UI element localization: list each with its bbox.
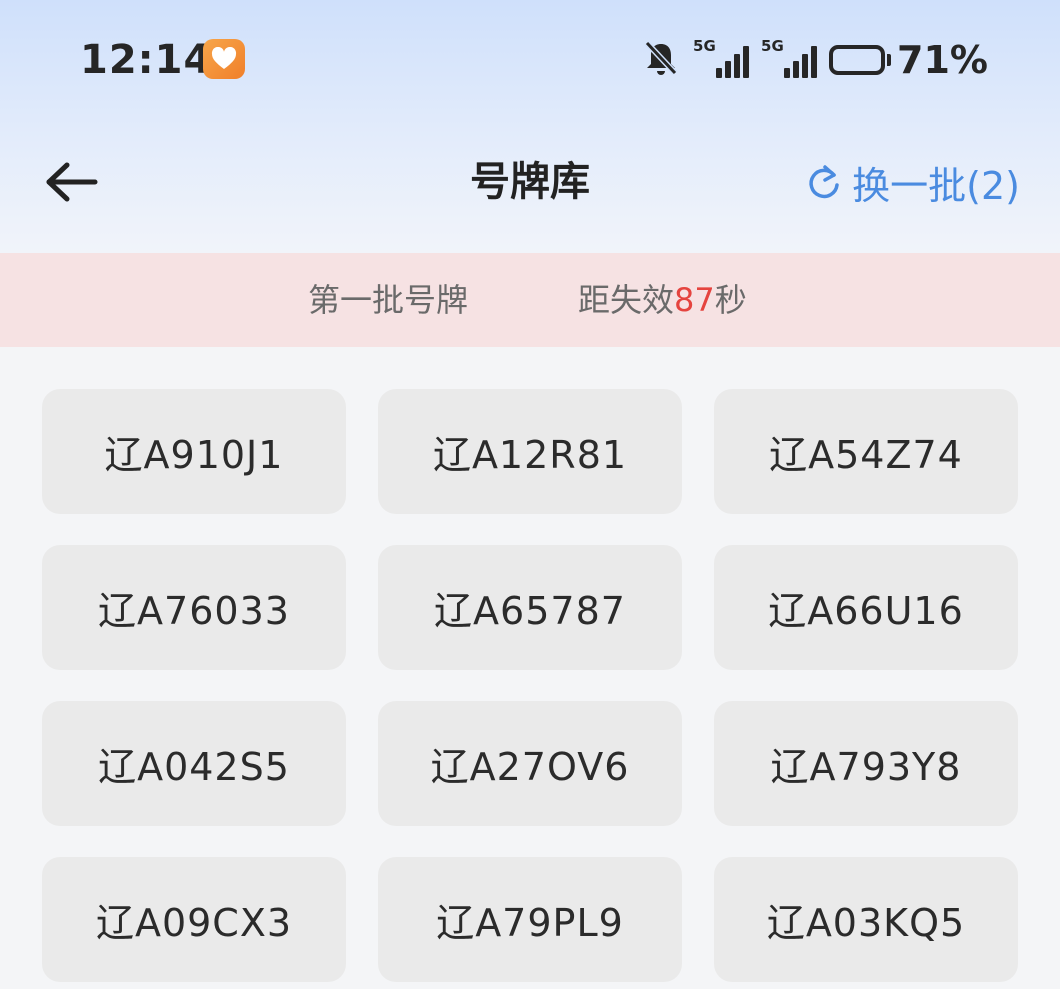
bell-muted-icon (641, 38, 681, 82)
countdown: 距失效87秒 (578, 253, 747, 347)
plate-item[interactable]: 辽A910J1 (42, 389, 346, 514)
battery-icon: 71% (829, 38, 988, 82)
plate-item[interactable]: 辽A27OV6 (378, 701, 682, 826)
info-bar: 第一批号牌 距失效87秒 (0, 253, 1060, 347)
plate-item[interactable]: 辽A12R81 (378, 389, 682, 514)
refresh-button[interactable]: 换一批(2) (806, 150, 1020, 214)
plate-item[interactable]: 辽A66U16 (714, 545, 1018, 670)
plate-item[interactable]: 辽A793Y8 (714, 701, 1018, 826)
plate-item[interactable]: 辽A03KQ5 (714, 857, 1018, 982)
arrow-left-icon (46, 162, 98, 202)
signal-icon: 5G (761, 38, 818, 82)
refresh-label: 换一批(2) (852, 163, 1020, 208)
plate-item[interactable]: 辽A79PL9 (378, 857, 682, 982)
back-button[interactable] (40, 150, 104, 214)
batch-label: 第一批号牌 (308, 281, 469, 319)
status-time: 12:14 (80, 37, 213, 83)
countdown-prefix: 距失效 (578, 281, 675, 319)
plate-item[interactable]: 辽A09CX3 (42, 857, 346, 982)
countdown-suffix: 秒 (714, 281, 747, 319)
status-icons: 5G 5G 71% (629, 34, 988, 86)
countdown-value: 87 (674, 281, 715, 319)
health-app-icon (203, 39, 245, 79)
plate-item[interactable]: 辽A65787 (378, 545, 682, 670)
signal-icon: 5G (693, 38, 750, 82)
plate-grid: 辽A910J1 辽A12R81 辽A54Z74 辽A76033 辽A65787 … (42, 389, 1018, 982)
plate-item[interactable]: 辽A042S5 (42, 701, 346, 826)
plate-item[interactable]: 辽A76033 (42, 545, 346, 670)
plate-item[interactable]: 辽A54Z74 (714, 389, 1018, 514)
refresh-icon (809, 165, 839, 199)
battery-percent: 71% (897, 38, 988, 82)
